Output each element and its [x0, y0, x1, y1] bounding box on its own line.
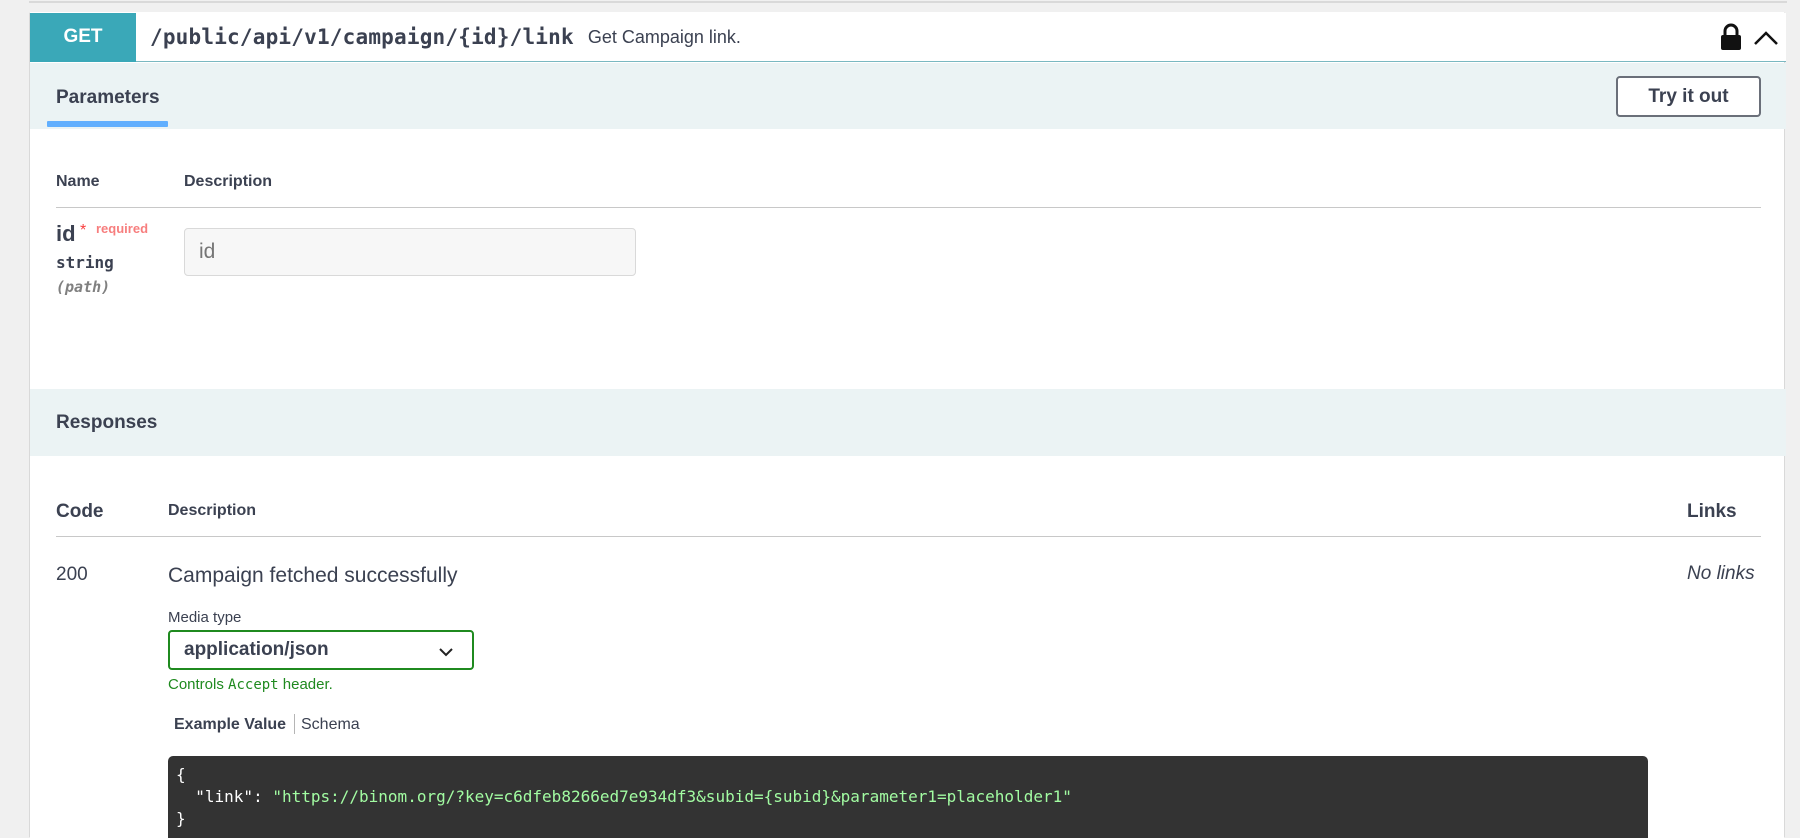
response-links: No links: [1687, 563, 1755, 584]
required-label: required: [96, 221, 149, 236]
response-description: Campaign fetched successfully: [168, 564, 458, 587]
code-close-brace: }: [176, 809, 186, 828]
required-star: *: [80, 222, 87, 239]
parameter-location: (path): [56, 278, 111, 296]
operation-summary-text: Get Campaign link.: [587, 26, 741, 47]
controls-prefix: Controls: [168, 676, 224, 693]
operation-path: /public/api/v1/campaign/{id}/link: [150, 25, 574, 49]
parameters-tab-underline: [47, 121, 168, 127]
parameters-header: Parameters Try it out: [30, 63, 1786, 129]
operation-summary[interactable]: GET /public/api/v1/campaign/{id}/link Ge…: [30, 12, 1786, 62]
controls-header-code: Accept: [228, 677, 279, 693]
parameter-name: id: [56, 221, 76, 246]
id-input[interactable]: [184, 228, 636, 276]
chevron-down-icon: [438, 643, 454, 657]
media-type-value: application/json: [184, 639, 329, 660]
parameters-col-description: Description: [184, 173, 273, 190]
code-key: "link":: [176, 787, 273, 806]
response-code: 200: [56, 564, 88, 585]
responses-col-code: Code: [56, 501, 104, 522]
controls-accept-note: Controls Accept header.: [168, 676, 333, 693]
tab-example-value[interactable]: Example Value: [174, 716, 286, 734]
responses-col-description: Description: [168, 502, 257, 519]
try-it-out-button[interactable]: Try it out: [1616, 76, 1761, 117]
parameter-type: string: [56, 253, 114, 272]
responses-title: Responses: [56, 412, 158, 433]
operation-block: GET /public/api/v1/campaign/{id}/link Ge…: [29, 1, 1787, 838]
tab-schema[interactable]: Schema: [301, 716, 360, 734]
responses-divider: [56, 536, 1761, 537]
media-type-select[interactable]: application/json: [168, 630, 474, 670]
controls-suffix: header.: [282, 676, 333, 693]
code-open-brace: {: [176, 765, 186, 784]
media-type-label: Media type: [168, 609, 242, 626]
tab-separator: [294, 714, 295, 734]
lock-icon[interactable]: [1720, 23, 1742, 51]
example-code-block[interactable]: { "link": "https://binom.org/?key=c6dfeb…: [168, 756, 1648, 838]
parameters-tab[interactable]: Parameters: [56, 87, 160, 109]
parameters-divider: [56, 207, 1761, 208]
responses-col-links: Links: [1687, 501, 1737, 522]
responses-header: Responses: [30, 389, 1786, 456]
chevron-up-icon[interactable]: [1752, 25, 1780, 51]
code-value: "https://binom.org/?key=c6dfeb8266ed7e93…: [272, 787, 1072, 806]
parameters-col-name: Name: [56, 173, 100, 190]
method-badge: GET: [30, 12, 136, 62]
